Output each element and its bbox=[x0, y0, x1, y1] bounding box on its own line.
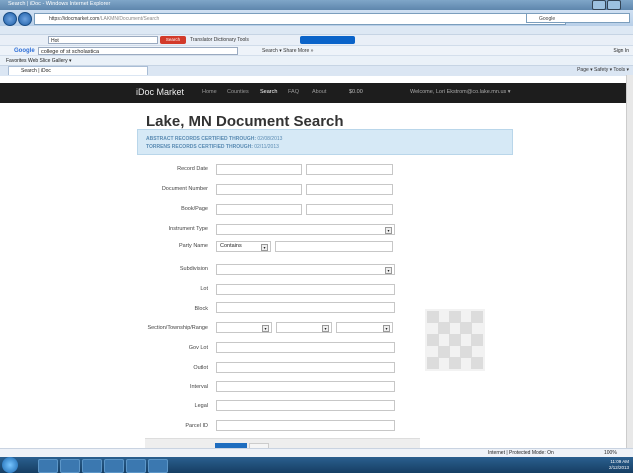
subdivision-select[interactable]: ▾ bbox=[216, 264, 395, 275]
legal-label: Legal bbox=[194, 403, 208, 409]
nav-about[interactable]: About bbox=[312, 89, 326, 95]
web-search-input[interactable]: Google bbox=[526, 13, 630, 23]
nav-home[interactable]: Home bbox=[202, 89, 217, 95]
party-mode-select[interactable]: Contains ▾ bbox=[216, 241, 271, 252]
address-path: /LAKMN/Document/Search bbox=[99, 16, 160, 22]
window-controls bbox=[591, 0, 631, 22]
chevron-down-icon: ▾ bbox=[322, 325, 329, 332]
nav-counties[interactable]: Counties bbox=[227, 89, 249, 95]
page-title: Lake, MN Document Search bbox=[146, 113, 344, 130]
site-brand[interactable]: iDoc Market bbox=[136, 87, 184, 97]
chevron-down-icon: ▾ bbox=[261, 244, 268, 251]
chevron-down-icon: ▾ bbox=[383, 325, 390, 332]
gov-lot-label: Gov Lot bbox=[188, 345, 208, 351]
window-title: Search | iDoc - Windows Internet Explore… bbox=[8, 1, 111, 7]
party-name-label: Party Name bbox=[178, 243, 208, 249]
parcel-id-label: Parcel ID bbox=[185, 423, 208, 429]
legal-input[interactable] bbox=[216, 400, 395, 411]
address-prefix: https:// bbox=[49, 16, 65, 22]
abstract-cert-date: 02/08/2013 bbox=[257, 136, 283, 142]
folder-taskbar-icon[interactable] bbox=[126, 459, 146, 473]
vertical-scrollbar[interactable] bbox=[626, 75, 633, 448]
favorites-label[interactable]: Favorites Web Slice Gallery ▾ bbox=[0, 58, 72, 64]
command-bar[interactable]: Page ▾ Safety ▾ Tools ▾ bbox=[577, 67, 629, 73]
party-mode-value: Contains bbox=[220, 243, 242, 249]
media-taskbar-icon[interactable] bbox=[82, 459, 102, 473]
account-balance[interactable]: $0.00 bbox=[349, 89, 363, 95]
record-date-from-input[interactable] bbox=[216, 164, 302, 175]
excel-taskbar-icon[interactable] bbox=[60, 459, 80, 473]
toolbar-links[interactable]: Translator Dictionary Tools bbox=[190, 36, 249, 44]
section-select[interactable]: ▾ bbox=[216, 322, 272, 333]
block-input[interactable] bbox=[216, 302, 395, 313]
address-host: idocmarket.com bbox=[64, 16, 100, 22]
instrument-type-select[interactable]: ▾ bbox=[216, 224, 395, 235]
torrens-cert-label: TORRENS RECORDS CERTIFIED THROUGH: bbox=[146, 144, 253, 150]
book-input[interactable] bbox=[216, 204, 302, 215]
address-bar[interactable]: https://idocmarket.com/LAKMN/Document/Se… bbox=[34, 13, 566, 25]
radio-button[interactable] bbox=[300, 36, 355, 44]
lot-input[interactable] bbox=[216, 284, 395, 295]
torrens-cert-date: 02/11/2013 bbox=[254, 144, 279, 150]
maximize-button[interactable] bbox=[607, 0, 621, 10]
window-titlebar: Search | iDoc - Windows Internet Explore… bbox=[0, 0, 633, 10]
nav-faq[interactable]: FAQ bbox=[288, 89, 299, 95]
chevron-down-icon: ▾ bbox=[385, 227, 392, 234]
outlot-label: Outlot bbox=[193, 365, 208, 371]
menu-row bbox=[0, 26, 633, 34]
record-date-label: Record Date bbox=[177, 166, 208, 172]
toolbar-search-input[interactable]: Hot bbox=[48, 36, 158, 44]
document-number-label: Document Number bbox=[161, 186, 208, 192]
outlot-input[interactable] bbox=[216, 362, 395, 373]
loading-grid-image bbox=[425, 309, 485, 371]
lot-label: Lot bbox=[200, 286, 208, 292]
chevron-down-icon: ▾ bbox=[262, 325, 269, 332]
block-label: Block bbox=[194, 306, 208, 312]
torrens-cert: TORRENS RECORDS CERTIFIED THROUGH: 02/11… bbox=[146, 144, 279, 150]
gov-lot-input[interactable] bbox=[216, 342, 395, 353]
outlook-taskbar-icon[interactable] bbox=[104, 459, 124, 473]
start-button[interactable] bbox=[2, 457, 18, 473]
forward-button[interactable] bbox=[18, 12, 32, 26]
back-button[interactable] bbox=[3, 12, 17, 26]
document-number-from-input[interactable] bbox=[216, 184, 302, 195]
tab-search-idoc[interactable]: Search | iDoc bbox=[8, 66, 148, 75]
interval-label: Interval bbox=[189, 384, 208, 390]
range-select[interactable]: ▾ bbox=[336, 322, 393, 333]
abstract-cert: ABSTRACT RECORDS CERTIFIED THROUGH: 02/0… bbox=[146, 136, 282, 142]
interval-input[interactable] bbox=[216, 381, 395, 392]
chevron-down-icon: ▾ bbox=[385, 267, 392, 274]
section-township-range-label: Section/Township/Range bbox=[147, 325, 208, 331]
page-input[interactable] bbox=[306, 204, 393, 215]
record-date-to-input[interactable] bbox=[306, 164, 393, 175]
toolbar-search-button[interactable]: Search bbox=[160, 36, 186, 44]
google-search-input[interactable]: college of st scholastica bbox=[38, 47, 238, 55]
subdivision-label: Subdivision bbox=[179, 266, 208, 272]
nav-search[interactable]: Search bbox=[260, 89, 277, 95]
app-taskbar-icon[interactable] bbox=[148, 459, 168, 473]
user-menu[interactable]: Welcome, Lori Ekstrom@co.lake.mn.us ▾ bbox=[410, 89, 511, 95]
instrument-type-label: Instrument Type bbox=[168, 226, 208, 232]
township-select[interactable]: ▾ bbox=[276, 322, 332, 333]
parcel-id-input[interactable] bbox=[216, 420, 395, 431]
abstract-cert-label: ABSTRACT RECORDS CERTIFIED THROUGH: bbox=[146, 136, 256, 142]
ie-taskbar-icon[interactable] bbox=[38, 459, 58, 473]
book-page-label: Book/Page bbox=[181, 206, 208, 212]
minimize-button[interactable] bbox=[592, 0, 606, 10]
document-number-to-input[interactable] bbox=[306, 184, 393, 195]
party-name-input[interactable] bbox=[275, 241, 393, 252]
clock-date: 2/12/2013 bbox=[608, 465, 629, 470]
system-clock[interactable]: 11:09 AM 2/12/2013 bbox=[609, 459, 629, 471]
certification-box bbox=[137, 129, 513, 155]
